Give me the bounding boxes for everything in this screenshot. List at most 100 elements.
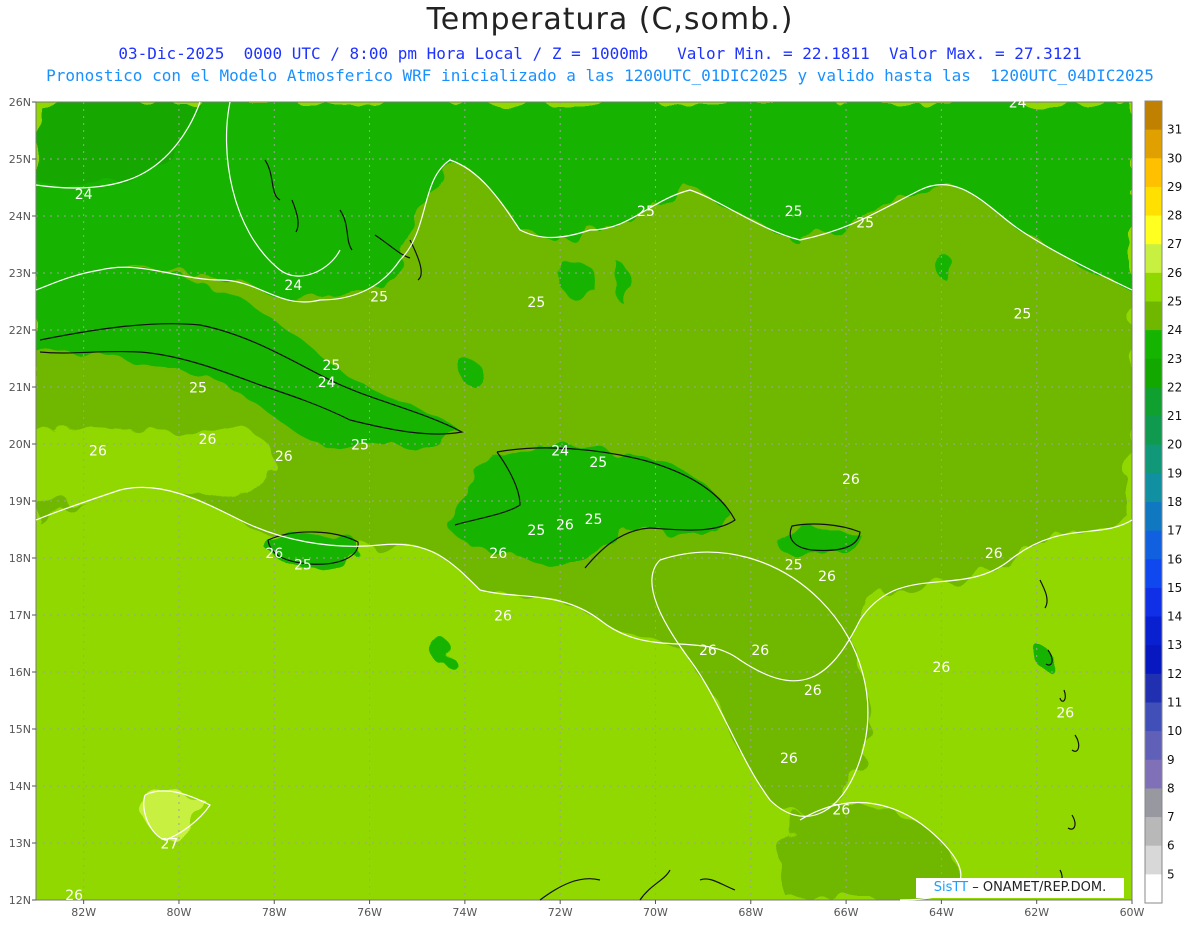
colorbar-swatch: [1145, 530, 1162, 560]
lon-tick-label: 82W: [71, 906, 96, 919]
colorbar-label: 10: [1167, 724, 1182, 738]
colorbar-label: 12: [1167, 667, 1182, 681]
colorbar-swatch: [1145, 387, 1162, 417]
contour-label: 26: [489, 546, 507, 562]
contour-label: 26: [699, 643, 717, 659]
contour-label: 25: [1013, 307, 1031, 323]
colorbar-label: 13: [1167, 638, 1182, 652]
contour-label: 26: [199, 432, 217, 448]
colorbar-swatch: [1145, 272, 1162, 302]
lat-tick-label: 13N: [9, 837, 31, 850]
contour-label: 26: [1056, 706, 1074, 722]
colorbar-swatch: [1145, 645, 1162, 675]
lat-tick-label: 25N: [9, 153, 31, 166]
contour-label: 26: [89, 443, 107, 459]
colorbar-label: 15: [1167, 581, 1182, 595]
colorbar-label: 27: [1167, 237, 1182, 251]
colorbar-swatch: [1145, 473, 1162, 503]
contour-label: 26: [780, 751, 798, 767]
colorbar-swatch: [1145, 416, 1162, 446]
contour-label: 24: [1009, 96, 1027, 112]
lat-tick-label: 21N: [9, 381, 31, 394]
colorbar-label: 26: [1167, 266, 1182, 280]
temperature-map: 242424242425 2525 25252525252525252525 2526…: [9, 96, 1183, 919]
colorbar-swatch: [1145, 215, 1162, 245]
lat-tick-label: 16N: [9, 666, 31, 679]
colorbar-swatch: [1145, 559, 1162, 589]
colorbar-label: 16: [1167, 552, 1182, 566]
credit-box: SisTT – ONAMET/REP.DOM.: [916, 878, 1124, 898]
colorbar-swatch: [1145, 702, 1162, 732]
colorbar-label: 28: [1167, 209, 1182, 223]
contour-label: 26: [804, 683, 822, 699]
colorbar-label: 8: [1167, 781, 1175, 795]
colorbar-label: 11: [1167, 696, 1182, 710]
field-26-27: [36, 427, 273, 503]
lon-tick-label: 78W: [262, 906, 287, 919]
colorbar-label: 19: [1167, 466, 1182, 480]
lat-tick-label: 18N: [9, 552, 31, 565]
contour-label: 26: [265, 546, 283, 562]
lon-tick-label: 80W: [167, 906, 192, 919]
sistt-logo: SisTT: [933, 880, 969, 895]
colorbar-swatch: [1145, 101, 1162, 131]
colorbar-swatch: [1145, 301, 1162, 331]
colorbar-label: 22: [1167, 380, 1182, 394]
colorbar-swatch: [1145, 158, 1162, 188]
colorbar-swatch: [1145, 444, 1162, 474]
lon-tick-label: 68W: [738, 906, 763, 919]
lat-tick-label: 22N: [9, 324, 31, 337]
colorbar-swatch: [1145, 788, 1162, 818]
colorbar-label: 9: [1167, 753, 1175, 767]
lat-tick-label: 15N: [9, 723, 31, 736]
colorbar-label: 25: [1167, 295, 1182, 309]
contour-label: 27: [161, 837, 179, 853]
colorbar-swatch: [1145, 129, 1162, 159]
colorbar-label: 23: [1167, 352, 1182, 366]
contour-label: 26: [275, 449, 293, 465]
colorbar-label: 24: [1167, 323, 1182, 337]
colorbar-label: 18: [1167, 495, 1182, 509]
colorbar: 31 30 29 28 27 26 25 24 23 22 21 20 19 18 17 16 15 14 13 12…: [1144, 100, 1182, 904]
contour-label: 25: [323, 358, 341, 374]
colorbar-label: 30: [1167, 151, 1182, 165]
lon-tick-label: 72W: [548, 906, 573, 919]
colorbar-label: 20: [1167, 438, 1182, 452]
contour-label: 24: [75, 187, 93, 203]
contour-label: 25: [527, 295, 545, 311]
colorbar-label: 5: [1167, 867, 1175, 881]
contour-label: 26: [932, 660, 950, 676]
lon-tick-label: 60W: [1120, 906, 1145, 919]
colorbar-label: 29: [1167, 180, 1182, 194]
colorbar-swatch: [1145, 616, 1162, 646]
contour-label: 25: [589, 455, 607, 471]
colorbar-swatch: [1145, 874, 1162, 904]
lat-tick-label: 17N: [9, 609, 31, 622]
colorbar-swatch: [1145, 731, 1162, 761]
lon-tick-label: 74W: [452, 906, 477, 919]
colorbar-swatch: [1145, 330, 1162, 360]
colorbar-swatch: [1145, 759, 1162, 789]
contour-label: 26: [842, 472, 860, 488]
lon-tick-label: 70W: [643, 906, 668, 919]
contour-label: 26: [751, 643, 769, 659]
contour-label: 25: [785, 557, 803, 573]
contour-label: 26: [494, 609, 512, 625]
lat-tick-label: 19N: [9, 495, 31, 508]
contour-label: 26: [556, 518, 574, 534]
contour-label: 24: [284, 278, 302, 294]
lat-tick-label: 20N: [9, 438, 31, 451]
contour-label: 26: [832, 803, 850, 819]
colorbar-swatch: [1145, 244, 1162, 274]
contour-label: 25: [637, 204, 655, 220]
colorbar-label: 21: [1167, 409, 1182, 423]
lon-tick-label: 64W: [929, 906, 954, 919]
colorbar-swatch: [1145, 817, 1162, 847]
lat-tick-label: 23N: [9, 267, 31, 280]
colorbar-swatch: [1145, 186, 1162, 217]
colorbar-label: 7: [1167, 810, 1175, 824]
contour-label: 25: [370, 290, 388, 306]
contour-label: 25: [294, 557, 312, 573]
colorbar-label: 6: [1167, 839, 1175, 853]
lon-tick-label: 62W: [1024, 906, 1049, 919]
